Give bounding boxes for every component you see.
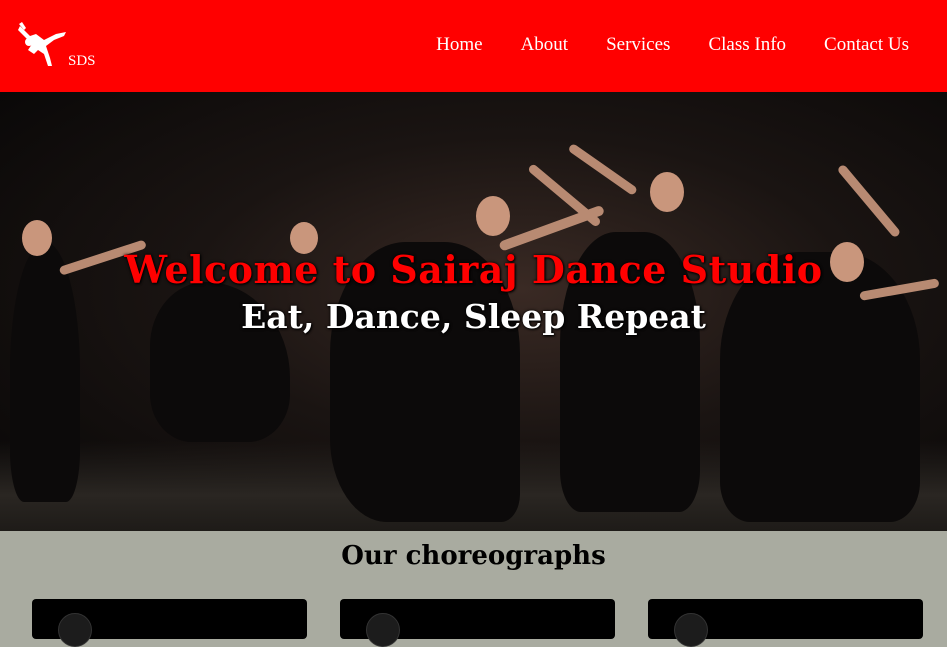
logo-text: SDS — [68, 53, 96, 69]
choreograph-card[interactable] — [340, 599, 615, 647]
hero-title: Welcome to Sairaj Dance Studio — [124, 247, 823, 292]
nav-link-home[interactable]: Home — [436, 34, 482, 56]
avatar — [58, 613, 92, 647]
hero-banner: Welcome to Sairaj Dance Studio Eat, Danc… — [0, 92, 947, 531]
choreograph-card[interactable] — [32, 599, 307, 647]
choreographs-section: Our choreographs — [0, 531, 947, 647]
dancer-silhouette-icon — [18, 22, 66, 66]
choreograph-card[interactable] — [648, 599, 923, 647]
navbar: SDS Home About Services Class Info Conta… — [0, 0, 947, 92]
avatar — [674, 613, 708, 647]
main-nav: Home About Services Class Info Contact U… — [398, 34, 909, 56]
nav-link-contact-us[interactable]: Contact Us — [824, 34, 909, 56]
nav-link-about[interactable]: About — [521, 34, 569, 56]
nav-link-services[interactable]: Services — [606, 34, 670, 56]
logo[interactable]: SDS — [16, 20, 106, 76]
hero-subtitle: Eat, Dance, Sleep Repeat — [241, 297, 706, 336]
section-title: Our choreographs — [341, 541, 606, 571]
nav-link-class-info[interactable]: Class Info — [708, 34, 786, 56]
avatar — [366, 613, 400, 647]
